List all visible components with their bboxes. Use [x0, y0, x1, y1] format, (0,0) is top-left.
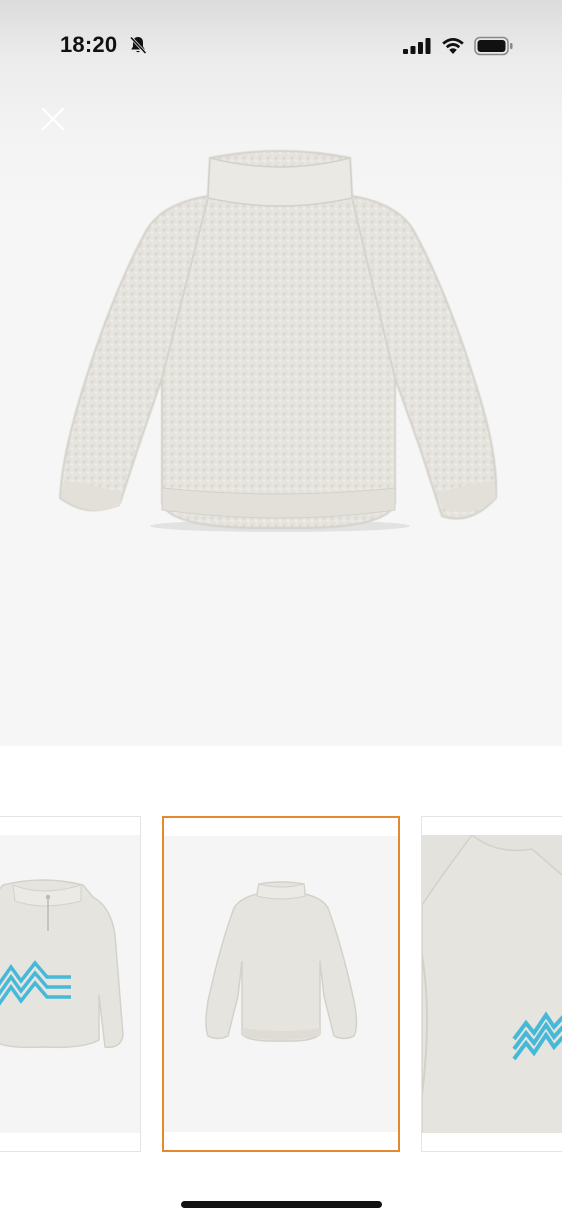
bell-slash-icon: [129, 36, 147, 55]
battery-icon: [474, 36, 513, 56]
thumbnail-strip: [0, 816, 562, 1154]
thumbnail-2-image: [205, 881, 358, 1042]
image-gallery-screen: 18:20: [0, 0, 562, 1221]
close-button[interactable]: [32, 98, 74, 140]
thumbnail-1[interactable]: [0, 816, 141, 1152]
thumbnail-3-image: [422, 835, 562, 1133]
main-image-area[interactable]: [0, 0, 562, 746]
cellular-signal-icon: [403, 38, 431, 54]
main-product-image: [58, 150, 498, 532]
wifi-icon: [442, 38, 464, 54]
status-time: 18:20: [60, 32, 118, 57]
thumbnail-3-image-area: [422, 835, 562, 1133]
thumbnail-1-image: [0, 879, 124, 1049]
close-icon: [41, 107, 65, 131]
thumbnail-1-image-area: [0, 835, 140, 1133]
thumbnail-2-selected[interactable]: [162, 816, 400, 1152]
thumbnail-3[interactable]: [421, 816, 562, 1152]
thumbnail-2-image-area: [164, 836, 398, 1132]
home-indicator[interactable]: [181, 1201, 382, 1208]
status-bar: 18:20: [0, 0, 562, 92]
